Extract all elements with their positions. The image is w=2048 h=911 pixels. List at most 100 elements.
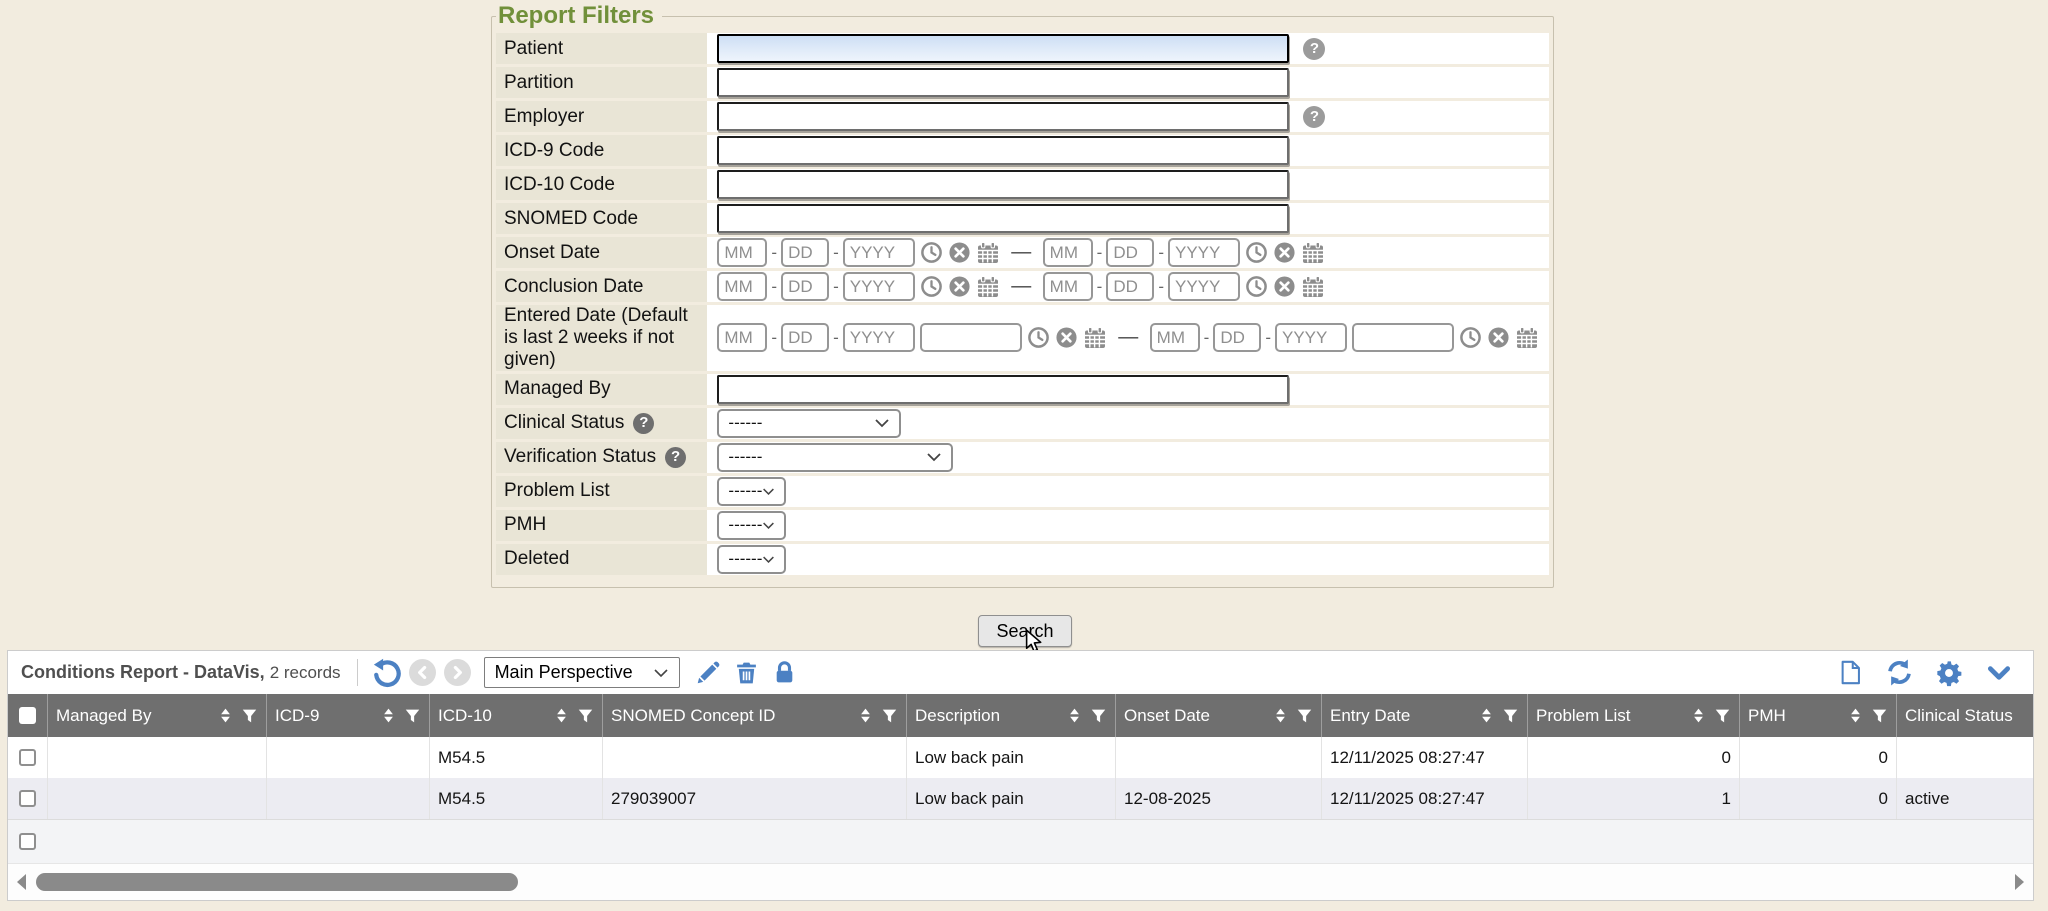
table-row[interactable]: M54.5 Low back pain 12/11/2025 08:27:47 … [8,737,2033,778]
next-perspective-icon[interactable] [444,659,471,686]
icd10-input[interactable] [717,170,1289,199]
row-checkbox[interactable] [19,749,36,766]
calendar-icon[interactable] [1515,326,1539,350]
lock-icon[interactable] [772,660,797,686]
filter-funnel-icon[interactable] [1871,707,1888,725]
export-file-icon[interactable] [1837,658,1864,687]
filter-funnel-icon[interactable] [404,707,421,725]
filter-funnel-icon[interactable] [881,707,898,725]
partition-input[interactable] [717,68,1289,97]
perspective-select[interactable]: Main Perspective [484,657,680,688]
help-icon[interactable]: ? [633,413,654,434]
clock-icon[interactable] [1245,275,1268,298]
filter-funnel-icon[interactable] [577,707,594,725]
sort-icon[interactable] [1848,707,1863,724]
onset-end-dd-input[interactable] [1106,238,1154,267]
entered-start-dd-input[interactable] [781,323,829,352]
calendar-icon[interactable] [1083,326,1107,350]
table-row[interactable]: M54.5 279039007 Low back pain 12-08-2025… [8,778,2033,819]
onset-start-mm-input[interactable] [717,238,767,267]
scroll-right-arrow-icon[interactable] [2014,873,2026,891]
help-icon[interactable]: ? [1303,106,1325,128]
filter-funnel-icon[interactable] [1296,707,1313,725]
column-header-problem-list[interactable]: Problem List [1528,694,1740,737]
entered-end-time-input[interactable] [1352,323,1454,352]
employer-input[interactable] [717,102,1289,131]
clear-icon[interactable] [1273,241,1296,264]
conclusion-start-yyyy-input[interactable] [843,272,915,301]
help-icon[interactable]: ? [1303,38,1325,60]
edit-perspective-icon[interactable] [695,660,721,686]
conclusion-start-dd-input[interactable] [781,272,829,301]
scrollbar-thumb[interactable] [36,873,518,891]
clear-icon[interactable] [1487,326,1510,349]
column-header-snomed[interactable]: SNOMED Concept ID [603,694,907,737]
clear-icon[interactable] [948,275,971,298]
column-header-onset-date[interactable]: Onset Date [1116,694,1322,737]
sort-icon[interactable] [1691,707,1706,724]
column-header-entry-date[interactable]: Entry Date [1322,694,1528,737]
sort-icon[interactable] [1273,707,1288,724]
sort-icon[interactable] [858,707,873,724]
clock-icon[interactable] [1245,241,1268,264]
collapse-chevron-icon[interactable] [1984,660,2014,686]
row-checkbox[interactable] [19,790,36,807]
filter-funnel-icon[interactable] [1714,707,1731,725]
clock-icon[interactable] [920,275,943,298]
conclusion-start-mm-input[interactable] [717,272,767,301]
deleted-select[interactable]: ------ [717,545,786,574]
onset-start-yyyy-input[interactable] [843,238,915,267]
patient-input[interactable] [717,34,1289,63]
clear-icon[interactable] [1055,326,1078,349]
clock-icon[interactable] [1027,326,1050,349]
entered-end-yyyy-input[interactable] [1275,323,1347,352]
entered-start-mm-input[interactable] [717,323,767,352]
column-header-pmh[interactable]: PMH [1740,694,1897,737]
filter-funnel-icon[interactable] [241,707,258,725]
column-header-description[interactable]: Description [907,694,1116,737]
onset-end-yyyy-input[interactable] [1168,238,1240,267]
onset-start-dd-input[interactable] [781,238,829,267]
filter-funnel-icon[interactable] [1502,707,1519,725]
undo-icon[interactable] [371,658,401,688]
column-header-clinical-status[interactable]: Clinical Status [1897,694,2033,737]
gear-icon[interactable] [1935,659,1963,687]
sort-icon[interactable] [218,707,233,724]
entered-start-yyyy-input[interactable] [843,323,915,352]
conclusion-end-mm-input[interactable] [1043,272,1093,301]
refresh-icon[interactable] [1885,658,1914,687]
calendar-icon[interactable] [976,275,1000,299]
calendar-icon[interactable] [1301,275,1325,299]
select-all-checkbox[interactable] [19,707,36,724]
delete-perspective-icon[interactable] [734,660,759,686]
verification-status-select[interactable]: ------ [717,443,953,472]
sort-icon[interactable] [381,707,396,724]
snomed-input[interactable] [717,204,1289,233]
scroll-left-arrow-icon[interactable] [15,873,27,891]
problem-list-select[interactable]: ------ [717,477,786,506]
clear-icon[interactable] [1273,275,1296,298]
conclusion-end-dd-input[interactable] [1106,272,1154,301]
conclusion-end-yyyy-input[interactable] [1168,272,1240,301]
horizontal-scrollbar[interactable] [8,863,2033,900]
column-header-icd10[interactable]: ICD-10 [430,694,603,737]
entered-end-dd-input[interactable] [1213,323,1261,352]
managed-by-input[interactable] [717,375,1289,404]
calendar-icon[interactable] [976,241,1000,265]
sort-icon[interactable] [1479,707,1494,724]
help-icon[interactable]: ? [665,447,686,468]
prev-perspective-icon[interactable] [409,659,436,686]
entered-start-time-input[interactable] [920,323,1022,352]
filter-funnel-icon[interactable] [1090,707,1107,725]
column-header-icd9[interactable]: ICD-9 [267,694,430,737]
entered-end-mm-input[interactable] [1150,323,1200,352]
sort-icon[interactable] [1067,707,1082,724]
column-header-managed-by[interactable]: Managed By [48,694,267,737]
onset-end-mm-input[interactable] [1043,238,1093,267]
pmh-select[interactable]: ------ [717,511,786,540]
sort-icon[interactable] [554,707,569,724]
calendar-icon[interactable] [1301,241,1325,265]
clinical-status-select[interactable]: ------ [717,409,901,438]
footer-checkbox[interactable] [19,833,36,850]
icd9-input[interactable] [717,136,1289,165]
